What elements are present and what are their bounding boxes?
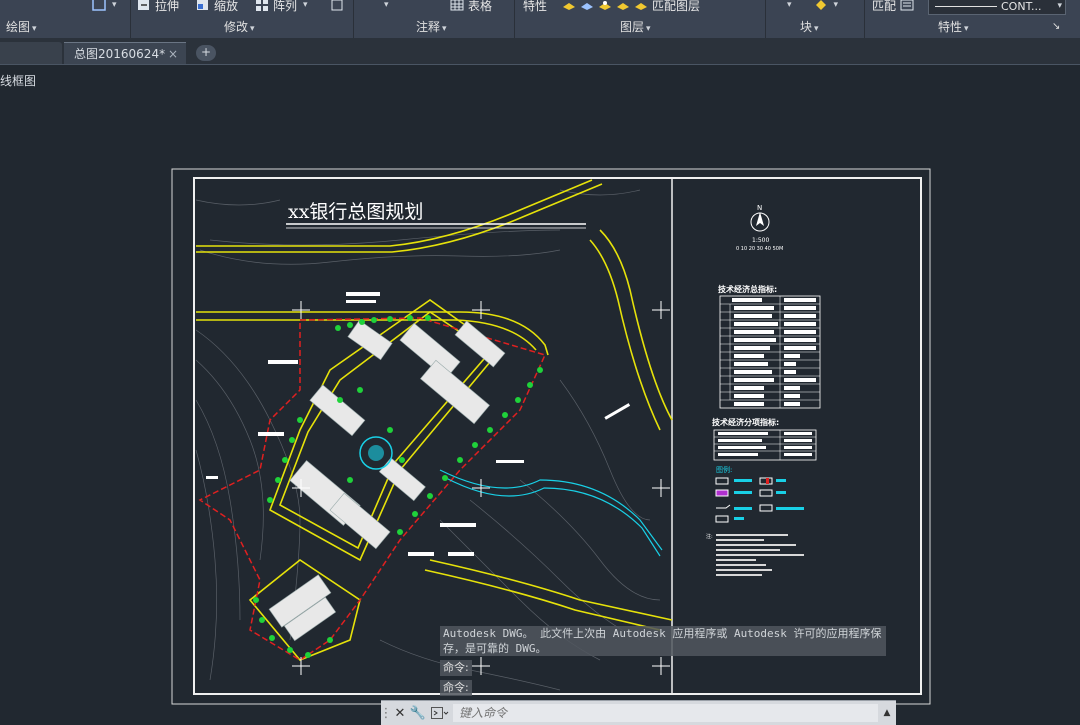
drawing-canvas[interactable]: xx银行总图规划 N 1:500 0 10 20 30 40 50M 技术经济总…: [0, 0, 1080, 724]
chevron-up-icon[interactable]: ▲: [878, 704, 896, 722]
stream-line: [445, 477, 661, 557]
north-label: N: [757, 204, 762, 212]
close-icon[interactable]: ✕: [391, 704, 409, 722]
notes-title: 注:: [706, 533, 713, 540]
tech-table2: [713, 429, 817, 461]
command-history-line: 命令:: [440, 660, 472, 676]
command-history-message: Autodesk DWG。 此文件上次由 Autodesk 应用程序或 Auto…: [440, 626, 886, 656]
command-line-bar: ⋮ ✕ 🔧 ▲: [380, 700, 896, 725]
customize-icon[interactable]: 🔧: [409, 704, 427, 722]
site-boundary: [198, 317, 547, 661]
command-input[interactable]: [453, 704, 878, 722]
notes: 注:: [706, 533, 804, 576]
road-lines: [196, 179, 673, 661]
scale-label: 1:500: [752, 237, 769, 244]
tech-table: [719, 295, 821, 409]
grip-handle[interactable]: ⋮: [380, 704, 393, 722]
tech-table2-title: 技术经济分项指标:: [712, 417, 779, 427]
scale-bar-ticks: 0 10 20 30 40 50M: [736, 246, 783, 252]
north-arrow-pointer: [756, 212, 764, 226]
tech-table-title: 技术经济总指标:: [718, 284, 777, 294]
legend-title: 图例:: [716, 465, 732, 474]
plaza-fountain: [368, 445, 384, 461]
legend: [715, 477, 804, 523]
drawing-title: xx银行总图规划: [288, 201, 423, 223]
recent-commands-icon[interactable]: [427, 704, 453, 722]
stream-line: [439, 469, 663, 551]
command-history-line: 命令:: [440, 680, 472, 696]
